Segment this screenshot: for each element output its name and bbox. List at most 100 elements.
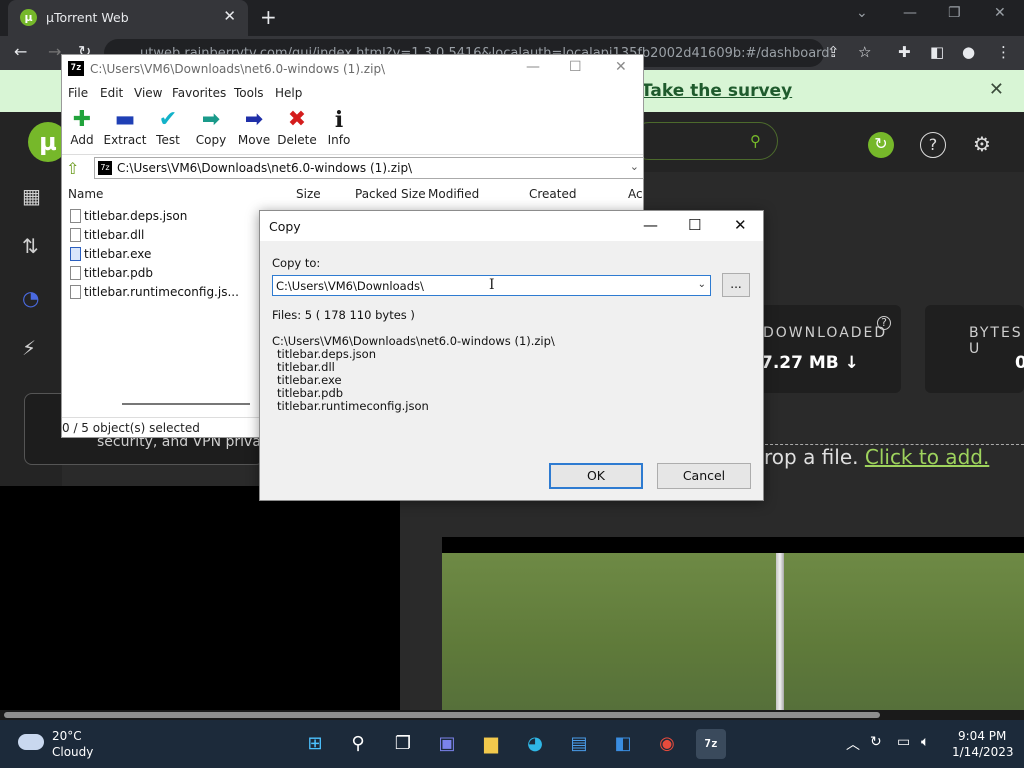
speed-gauge-icon[interactable]: ◔	[22, 286, 39, 310]
file-explorer-icon[interactable]: ▆	[476, 729, 506, 759]
file-row[interactable]: titlebar.runtimeconfig.js...	[68, 283, 248, 302]
file-list-scrollbar[interactable]	[122, 403, 250, 405]
sync-warning-icon[interactable]: ↻	[870, 734, 882, 750]
back-arrow-icon[interactable]: ←	[14, 42, 27, 61]
horizontal-scrollbar[interactable]	[0, 710, 1024, 720]
utorrent-search-input[interactable]: ⚲	[630, 122, 778, 160]
chrome-icon[interactable]: ◉	[652, 729, 682, 759]
menu-help[interactable]: Help	[275, 86, 302, 100]
destination-dropdown-icon[interactable]: ⌄	[698, 279, 706, 290]
dialog-close-button[interactable]: ✕	[734, 216, 747, 234]
copy-button[interactable]: ➡ Copy	[188, 107, 234, 147]
file-list-item: titlebar.exe	[277, 373, 342, 387]
clock-date[interactable]: 1/14/2023	[952, 745, 1014, 759]
transfers-arrows-icon[interactable]: ⇅	[22, 234, 39, 258]
teams-chat-icon[interactable]: ▣	[432, 729, 462, 759]
ok-button[interactable]: OK	[549, 463, 643, 489]
7zip-taskbar-icon[interactable]: 7z	[696, 729, 726, 759]
file-name: titlebar.dll	[84, 228, 145, 242]
menu-tools[interactable]: Tools	[234, 86, 264, 100]
browser-tab-strip: µ µTorrent Web ✕ + ⌄ — ❐ ✕	[0, 0, 1024, 36]
browser-tab[interactable]: µ µTorrent Web ✕	[8, 0, 248, 36]
browse-button[interactable]: ...	[722, 273, 750, 297]
extract-button[interactable]: ▬ Extract	[102, 107, 148, 147]
dashboard-grid-icon[interactable]: ▦	[22, 184, 41, 208]
tab-close-icon[interactable]: ✕	[223, 7, 236, 25]
add-button[interactable]: ✚ Add	[59, 107, 105, 147]
survey-close-icon[interactable]: ✕	[989, 79, 1004, 100]
info-button[interactable]: i Info	[316, 107, 362, 147]
cancel-button[interactable]: Cancel	[657, 463, 751, 489]
extensions-puzzle-icon[interactable]: ✚	[898, 43, 911, 61]
folder-up-icon[interactable]: ⇧	[66, 159, 79, 178]
video-player[interactable]	[442, 537, 1024, 710]
search-icon[interactable]: ⚲	[343, 729, 373, 759]
menu-view[interactable]: View	[134, 86, 162, 100]
menu-favorites[interactable]: Favorites	[172, 86, 226, 100]
file-row[interactable]: titlebar.pdb	[68, 264, 248, 283]
chrome-menu-kebab-icon[interactable]: ⋮	[996, 43, 1011, 61]
volume-speaker-icon[interactable]: 🔈︎	[921, 734, 929, 750]
microsoft-store-icon[interactable]: ▤	[564, 729, 594, 759]
address-dropdown-icon[interactable]: ⌄	[630, 160, 639, 173]
boost-bolt-icon[interactable]: ⚡	[22, 336, 36, 360]
tab-search-chevron-icon[interactable]: ⌄	[856, 5, 868, 21]
test-check-icon: ✔	[158, 107, 178, 132]
browser-restore-button[interactable]: ❐	[948, 5, 961, 21]
network-monitor-icon[interactable]: ▭	[897, 734, 910, 750]
dialog-maximize-button[interactable]: ☐	[688, 216, 701, 234]
browser-minimize-button[interactable]: —	[903, 5, 917, 21]
survey-link[interactable]: Take the survey	[641, 81, 792, 101]
start-windows-icon[interactable]: ⊞	[300, 729, 330, 759]
column-packed-size[interactable]: Packed Size	[355, 187, 426, 201]
clock-time[interactable]: 9:04 PM	[958, 729, 1006, 743]
edge-browser-icon[interactable]: ◕	[520, 729, 550, 759]
7zip-address-box[interactable]: 7z C:\Users\VM6\Downloads\net6.0-windows…	[94, 157, 644, 179]
destination-combobox[interactable]: C:\Users\VM6\Downloads\ I ⌄	[272, 275, 711, 296]
side-panel-icon[interactable]: ◧	[930, 43, 944, 61]
menu-edit[interactable]: Edit	[100, 86, 123, 100]
column-created[interactable]: Created	[529, 187, 577, 201]
column-modified[interactable]: Modified	[428, 187, 479, 201]
7zip-menubar: File Edit View Favorites Tools Help	[62, 83, 643, 105]
column-name[interactable]: Name	[68, 187, 103, 201]
7zip-maximize-button[interactable]: ☐	[569, 59, 582, 75]
bytes-uploaded-value: 0	[1015, 353, 1024, 373]
tray-overflow-chevron-icon[interactable]: ︿	[846, 734, 860, 754]
click-to-add-link[interactable]: Click to add.	[865, 445, 989, 469]
file-row[interactable]: titlebar.deps.json	[68, 207, 248, 226]
file-row[interactable]: titlebar.dll	[68, 226, 248, 245]
column-size[interactable]: Size	[296, 187, 321, 201]
new-tab-button[interactable]: +	[260, 5, 277, 29]
search-icon[interactable]: ⚲	[750, 132, 761, 150]
task-view-icon[interactable]: ❐	[388, 729, 418, 759]
move-button[interactable]: ➡ Move	[231, 107, 277, 147]
bookmark-star-icon[interactable]: ☆	[858, 43, 871, 61]
help-icon[interactable]: ?	[920, 132, 946, 158]
extract-minus-icon: ▬	[114, 107, 136, 132]
app-window-icon[interactable]: ◧	[608, 729, 638, 759]
menu-file[interactable]: File	[68, 86, 88, 100]
forward-arrow-icon[interactable]: →	[48, 42, 61, 61]
share-icon[interactable]: ⇪	[827, 43, 840, 61]
delete-button[interactable]: ✖ Delete	[274, 107, 320, 147]
profile-avatar-icon[interactable]: ●	[962, 43, 975, 61]
drop-zone[interactable]: rop a file. Click to add.	[764, 445, 989, 469]
weather-temperature[interactable]: 20°C	[52, 729, 82, 743]
file-row[interactable]: titlebar.exe	[68, 245, 248, 264]
test-button[interactable]: ✔ Test	[145, 107, 191, 147]
scrollbar-thumb[interactable]	[4, 712, 880, 718]
weather-description[interactable]: Cloudy	[52, 745, 93, 759]
video-frame-goalpost	[776, 553, 784, 710]
dialog-minimize-button[interactable]: —	[643, 216, 658, 234]
settings-gear-icon[interactable]: ⚙	[969, 132, 995, 158]
7zip-close-button[interactable]: ✕	[615, 59, 627, 75]
cloud-icon[interactable]	[18, 734, 44, 750]
browser-close-button[interactable]: ✕	[994, 5, 1006, 21]
file-name: titlebar.pdb	[84, 266, 153, 280]
magnet-icon[interactable]: ↻	[868, 132, 894, 158]
7zip-address-row: ⇧ 7z C:\Users\VM6\Downloads\net6.0-windo…	[62, 155, 644, 181]
7zip-minimize-button[interactable]: —	[526, 59, 540, 75]
info-icon[interactable]: ?	[877, 316, 891, 330]
column-accessed[interactable]: Ac	[628, 187, 643, 201]
